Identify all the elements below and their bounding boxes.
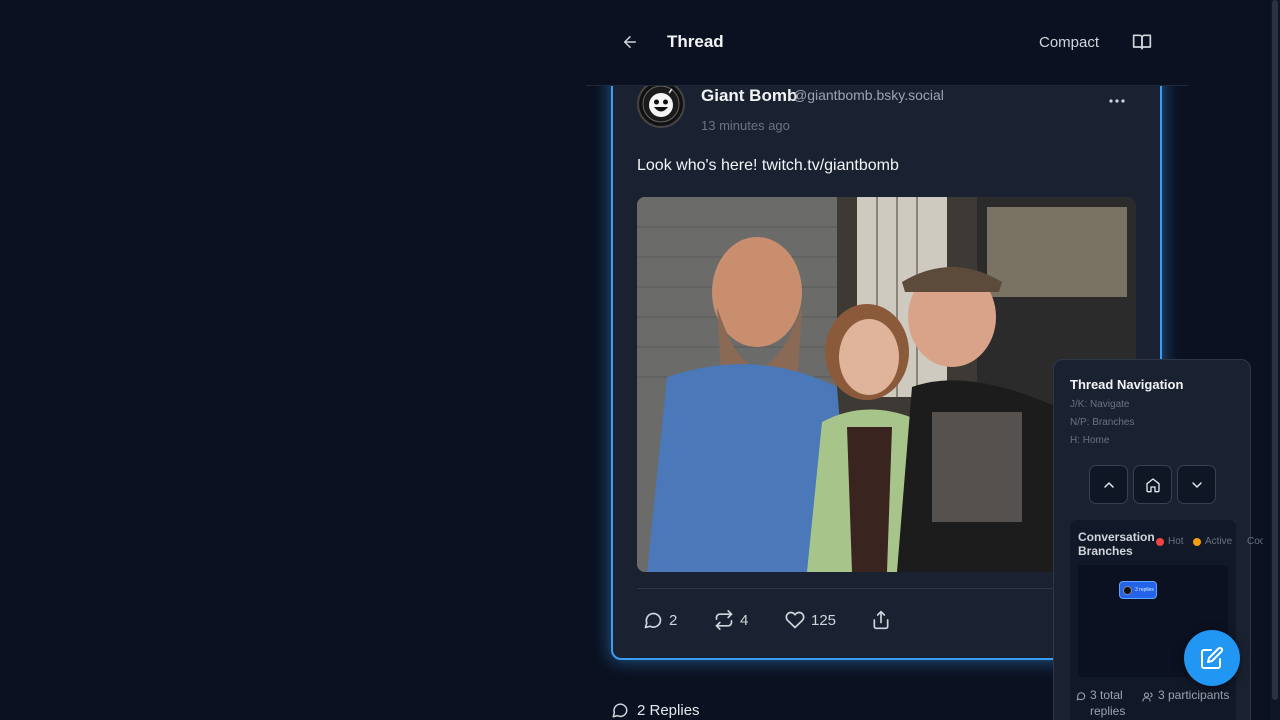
share-icon xyxy=(873,610,889,630)
scrollbar-thumb[interactable] xyxy=(1272,0,1278,700)
nav-hint-navigate: J/K: Navigate xyxy=(1070,399,1130,410)
arrow-left-icon xyxy=(624,36,636,48)
navigate-home-button[interactable] xyxy=(1133,465,1172,504)
legend-hot-label: Hot xyxy=(1168,536,1184,547)
conversation-branches: Conversation Branches Hot Active Cool 3 … xyxy=(1070,520,1263,720)
users-icon xyxy=(1142,692,1153,702)
active-dot-icon xyxy=(1193,537,1201,546)
home-icon xyxy=(1145,477,1160,492)
replies-heading: 2 Replies xyxy=(611,701,700,719)
nav-hint-branches: N/P: Branches xyxy=(1070,417,1135,428)
more-options-button[interactable] xyxy=(1106,92,1128,110)
navigate-down-button[interactable] xyxy=(1177,465,1216,504)
repost-action-button[interactable]: 4 xyxy=(714,609,748,631)
branch-avatar xyxy=(1123,585,1132,595)
navigate-up-button[interactable] xyxy=(1089,465,1128,504)
branch-node[interactable]: 3 replies xyxy=(1119,581,1157,599)
edit-icon xyxy=(1201,646,1224,669)
author-handle[interactable]: @giantbomb.bsky.social xyxy=(793,87,944,103)
hot-dot-icon xyxy=(1156,537,1164,546)
participants-stat: 3 participants xyxy=(1142,687,1230,703)
legend-hot: Hot xyxy=(1156,536,1184,547)
heart-icon xyxy=(785,611,805,629)
giant-bomb-logo-icon xyxy=(642,85,680,123)
branches-title: Conversation Branches xyxy=(1078,530,1155,558)
legend-active: Active xyxy=(1193,536,1232,547)
thread-navigation-title: Thread Navigation xyxy=(1070,377,1184,392)
page-scrollbar[interactable] xyxy=(1270,0,1280,720)
legend-cool-label: Cool xyxy=(1247,536,1263,547)
legend-cool: Cool xyxy=(1243,536,1263,547)
comment-icon xyxy=(1076,692,1086,701)
reply-count: 2 xyxy=(669,611,678,629)
comment-icon xyxy=(644,612,662,629)
author-avatar[interactable] xyxy=(637,80,685,128)
total-replies-label: 3 total replies xyxy=(1090,688,1126,718)
compact-button[interactable]: Compact xyxy=(1039,34,1099,51)
nav-hint-home: H: Home xyxy=(1070,435,1110,446)
book-icon xyxy=(1132,34,1152,50)
compose-button[interactable] xyxy=(1184,630,1240,686)
back-button[interactable] xyxy=(618,30,642,54)
page-title: Thread xyxy=(667,32,724,51)
more-horizontal-icon xyxy=(1109,99,1125,103)
like-action-button[interactable]: 125 xyxy=(785,609,836,631)
post-text: Look who's here! twitch.tv/giantbomb xyxy=(637,157,899,174)
participants-label: 3 participants xyxy=(1158,688,1230,702)
comment-icon xyxy=(612,703,628,718)
share-action-button[interactable] xyxy=(871,609,891,631)
repost-count: 4 xyxy=(740,611,749,629)
legend-active-label: Active xyxy=(1205,536,1233,547)
like-count: 125 xyxy=(811,611,837,629)
chevron-up-icon xyxy=(1103,481,1114,488)
reader-mode-button[interactable] xyxy=(1130,30,1154,54)
post-timestamp[interactable]: 13 minutes ago xyxy=(701,118,790,133)
author-name[interactable]: Giant Bomb xyxy=(701,86,797,106)
reply-action-button[interactable]: 2 xyxy=(643,609,677,631)
replies-heading-label: 2 Replies xyxy=(637,701,700,719)
total-replies-stat: 3 total replies xyxy=(1076,687,1138,719)
chevron-down-icon xyxy=(1191,481,1202,488)
branch-node-label: 3 replies xyxy=(1135,587,1154,593)
repost-icon xyxy=(715,610,733,630)
